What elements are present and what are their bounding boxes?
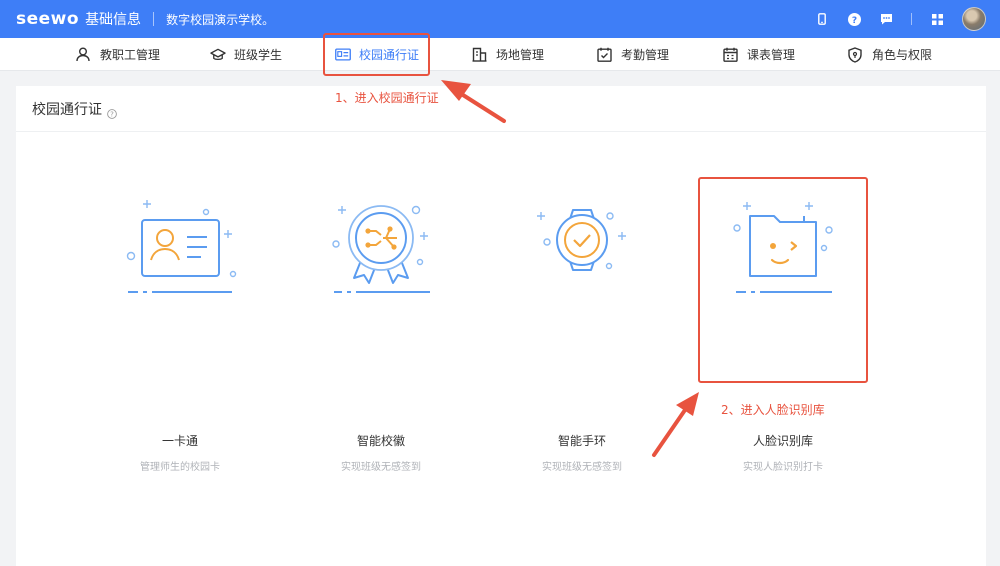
annotation-step2: 2、进入人脸识别库 — [721, 403, 825, 417]
annotation-arrows — [441, 80, 699, 457]
annotation-step1: 1、进入校园通行证 — [335, 91, 439, 105]
annotation-arrow — [652, 392, 699, 457]
annotation-arrow — [441, 80, 506, 123]
